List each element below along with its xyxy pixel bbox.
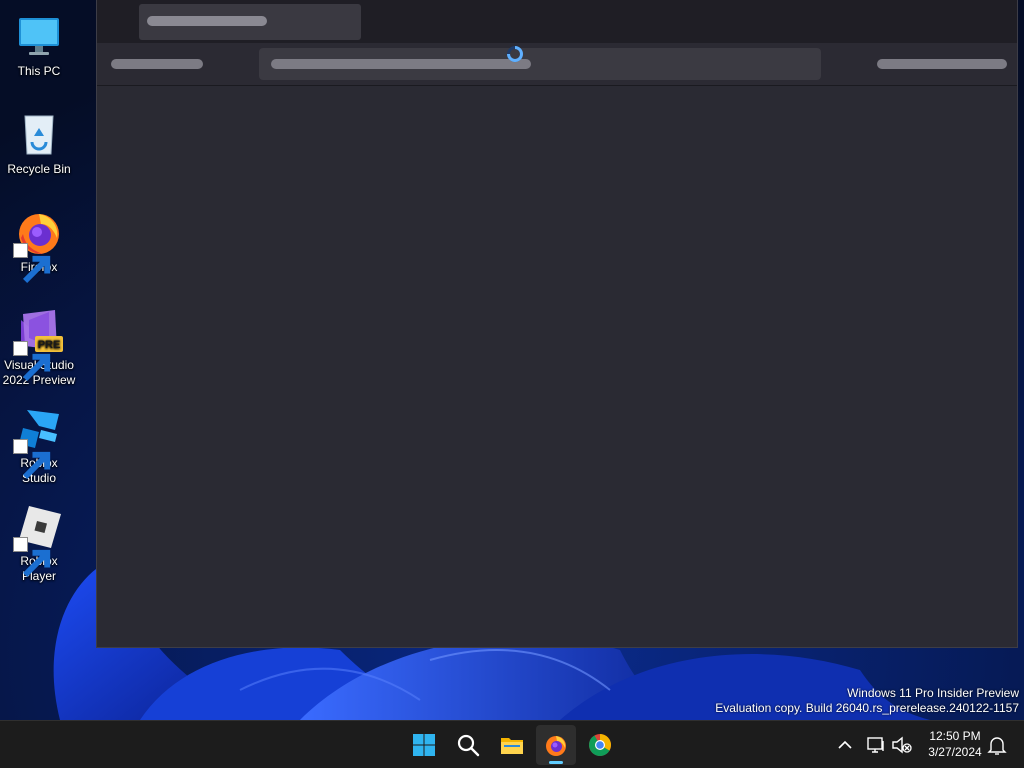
firefox-taskbar-button[interactable] [536,725,576,765]
chevron-up-icon [838,740,852,749]
windows-watermark: Windows 11 Pro Insider Preview Evaluatio… [715,686,1019,716]
chrome-taskbar-button[interactable] [580,725,620,765]
tab-strip [97,0,1017,43]
navigation-toolbar [97,43,1017,86]
network-icon [867,737,884,753]
shortcut-arrow-icon [13,537,51,578]
file-explorer-button[interactable] [492,725,532,765]
desktop-icon-label: This PC [17,64,61,78]
nav-buttons-placeholder [111,59,203,69]
browser-tab-loading[interactable] [139,4,361,40]
desktop: This PC Recycle Bin Firefox PRE Visual S… [0,0,1024,720]
desktop-icon-label: Recycle Bin [7,162,71,176]
firefox-icon [546,736,566,756]
volume-muted-icon [892,736,912,754]
active-app-indicator [549,761,563,764]
shortcut-arrow-icon [13,341,51,382]
windows-start-icon [413,734,435,756]
page-content-area[interactable] [97,86,1017,646]
notifications-button[interactable] [985,733,1009,757]
search-icon [457,734,480,757]
loading-spinner-icon [507,46,523,62]
desktop-icon-roblox-player[interactable]: Roblox Player [0,494,78,586]
clock-time: 12:50 PM [929,729,981,743]
desktop-icon-this-pc[interactable]: This PC [0,4,78,96]
shortcut-arrow-icon [13,439,51,480]
desktop-icon-firefox[interactable]: Firefox [0,200,78,292]
monitor-icon [15,12,63,60]
roblox-studio-icon [13,404,63,480]
show-hidden-icons-button[interactable] [833,733,857,757]
taskbar-clock[interactable]: 12:50 PM 3/27/2024 [920,728,990,760]
watermark-edition: Windows 11 Pro Insider Preview [847,686,1019,700]
watermark-build: Evaluation copy. Build 26040.rs_prerelea… [715,701,1019,715]
desktop-icon-recycle-bin[interactable]: Recycle Bin [0,102,78,194]
start-button[interactable] [404,725,444,765]
address-bar[interactable] [259,48,821,80]
desktop-icon-visual-studio-preview[interactable]: PRE Visual Studio 2022 Preview [0,298,78,390]
address-bar-placeholder [271,59,531,69]
taskbar: 12:50 PM 3/27/2024 [0,720,1024,768]
clock-date: 3/27/2024 [928,745,982,759]
chrome-icon [589,734,611,756]
search-button[interactable] [448,725,488,765]
firefox-icon [13,208,63,284]
volume-button[interactable] [890,733,914,757]
toolbar-actions-placeholder [877,59,1007,69]
file-explorer-icon [501,738,523,754]
notification-bell-icon [987,737,1007,755]
tab-title-placeholder [147,16,267,26]
browser-window[interactable] [96,0,1018,648]
desktop-icon-roblox-studio[interactable]: Roblox Studio [0,396,78,488]
network-status-button[interactable] [864,733,888,757]
shortcut-arrow-icon [13,243,51,284]
recycle-bin-icon [15,110,63,158]
visual-studio-preview-icon: PRE [13,306,63,382]
roblox-player-icon [13,502,63,578]
